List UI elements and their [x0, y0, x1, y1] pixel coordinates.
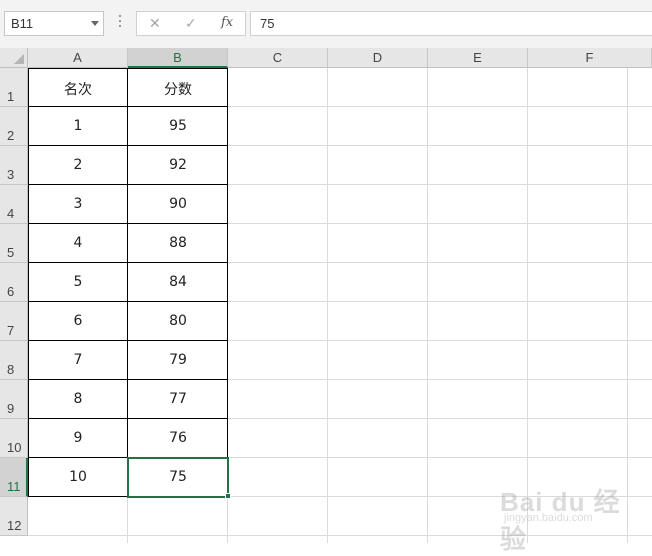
formula-input[interactable]: 75	[250, 11, 652, 36]
table-row-border	[28, 301, 228, 302]
row-number: 8	[7, 362, 15, 377]
row-number: 9	[7, 401, 15, 416]
gridline-vertical	[327, 68, 328, 543]
enter-icon[interactable]: ✓	[185, 14, 197, 34]
header-cell-rank[interactable]: 名次	[28, 79, 128, 99]
row-header-9[interactable]: 9	[0, 380, 28, 419]
row-header-6[interactable]: 6	[0, 263, 28, 302]
cell-score[interactable]: 77	[128, 391, 228, 407]
cell-rank[interactable]: 6	[28, 313, 128, 329]
row-header-7[interactable]: 7	[0, 302, 28, 341]
column-header-d[interactable]: D	[328, 48, 428, 68]
cell-score[interactable]: 76	[128, 430, 228, 446]
insert-function-icon[interactable]: fx	[221, 15, 233, 30]
table-row-border	[28, 184, 228, 185]
cell-rank[interactable]: 10	[28, 469, 128, 485]
cancel-icon[interactable]: ✕	[149, 14, 161, 34]
table-row-border	[28, 340, 228, 341]
row-number: 3	[7, 167, 15, 182]
row-number: 6	[7, 284, 15, 299]
select-all-button[interactable]	[0, 48, 28, 68]
formula-bar: B11 ✕ ✓ fx 75	[0, 0, 652, 48]
cell-score[interactable]: 90	[128, 196, 228, 212]
cell-score[interactable]: 95	[128, 118, 228, 134]
fill-handle[interactable]	[225, 493, 231, 499]
row-header-12[interactable]: 12	[0, 497, 28, 536]
gridline-vertical	[627, 68, 628, 543]
header-cell-score[interactable]: 分数	[128, 79, 228, 99]
row-number: 7	[7, 323, 15, 338]
row-header-4[interactable]: 4	[0, 185, 28, 224]
spreadsheet-grid[interactable]: ABCDEF 1 2 3 4 5 6 7 8 9 10 11 12 名次 分数 1 95 2 92 3 90 4 88 5…	[0, 48, 652, 543]
column-header-e[interactable]: E	[428, 48, 528, 68]
row-number: 2	[7, 128, 15, 143]
row-number: 11	[7, 479, 21, 494]
table-row-border	[28, 262, 228, 263]
cell-rank[interactable]: 1	[28, 118, 128, 134]
row-header-1[interactable]: 1	[0, 68, 28, 107]
more-vertical-icon[interactable]	[118, 15, 122, 31]
gridline-vertical	[527, 68, 528, 543]
cell-score[interactable]: 79	[128, 352, 228, 368]
row-header-2[interactable]: 2	[0, 107, 28, 146]
column-header-f[interactable]: F	[528, 48, 652, 68]
row-header-10[interactable]: 10	[0, 419, 28, 458]
active-cell-border[interactable]	[127, 457, 229, 498]
cell-rank[interactable]: 9	[28, 430, 128, 446]
row-number: 12	[7, 518, 22, 533]
row-number: 10	[7, 440, 22, 455]
select-all-icon	[14, 54, 24, 64]
row-header-11[interactable]: 11	[0, 458, 28, 497]
watermark-url: jingyan.baidu.com	[504, 512, 593, 524]
row-header-3[interactable]: 3	[0, 146, 28, 185]
name-box-value: B11	[11, 16, 34, 31]
cell-score[interactable]: 80	[128, 313, 228, 329]
name-box[interactable]: B11	[4, 11, 104, 36]
row-number: 4	[7, 206, 15, 221]
cell-rank[interactable]: 4	[28, 235, 128, 251]
cell-score[interactable]: 88	[128, 235, 228, 251]
row-number: 1	[7, 89, 15, 104]
cell-score[interactable]: 84	[128, 274, 228, 290]
table-row-border	[28, 223, 228, 224]
column-header-a[interactable]: A	[28, 48, 128, 68]
cell-score[interactable]: 92	[128, 157, 228, 173]
table-row-border	[28, 418, 228, 419]
cell-rank[interactable]: 3	[28, 196, 128, 212]
cell-rank[interactable]: 8	[28, 391, 128, 407]
cell-rank[interactable]: 2	[28, 157, 128, 173]
table-row-border	[28, 379, 228, 380]
watermark: Bai du 经验 jingyan.baidu.com	[500, 482, 630, 554]
chevron-down-icon[interactable]	[91, 21, 99, 26]
column-header-c[interactable]: C	[228, 48, 328, 68]
row-header-8[interactable]: 8	[0, 341, 28, 380]
formula-input-value: 75	[260, 16, 275, 31]
formula-buttons: ✕ ✓ fx	[136, 11, 246, 36]
row-header-5[interactable]: 5	[0, 224, 28, 263]
table-row-border	[28, 145, 228, 146]
row-number: 5	[7, 245, 15, 260]
column-header-b[interactable]: B	[128, 48, 228, 68]
cell-rank[interactable]: 5	[28, 274, 128, 290]
cell-rank[interactable]: 7	[28, 352, 128, 368]
table-row-border	[28, 106, 228, 107]
gridline-vertical	[427, 68, 428, 543]
